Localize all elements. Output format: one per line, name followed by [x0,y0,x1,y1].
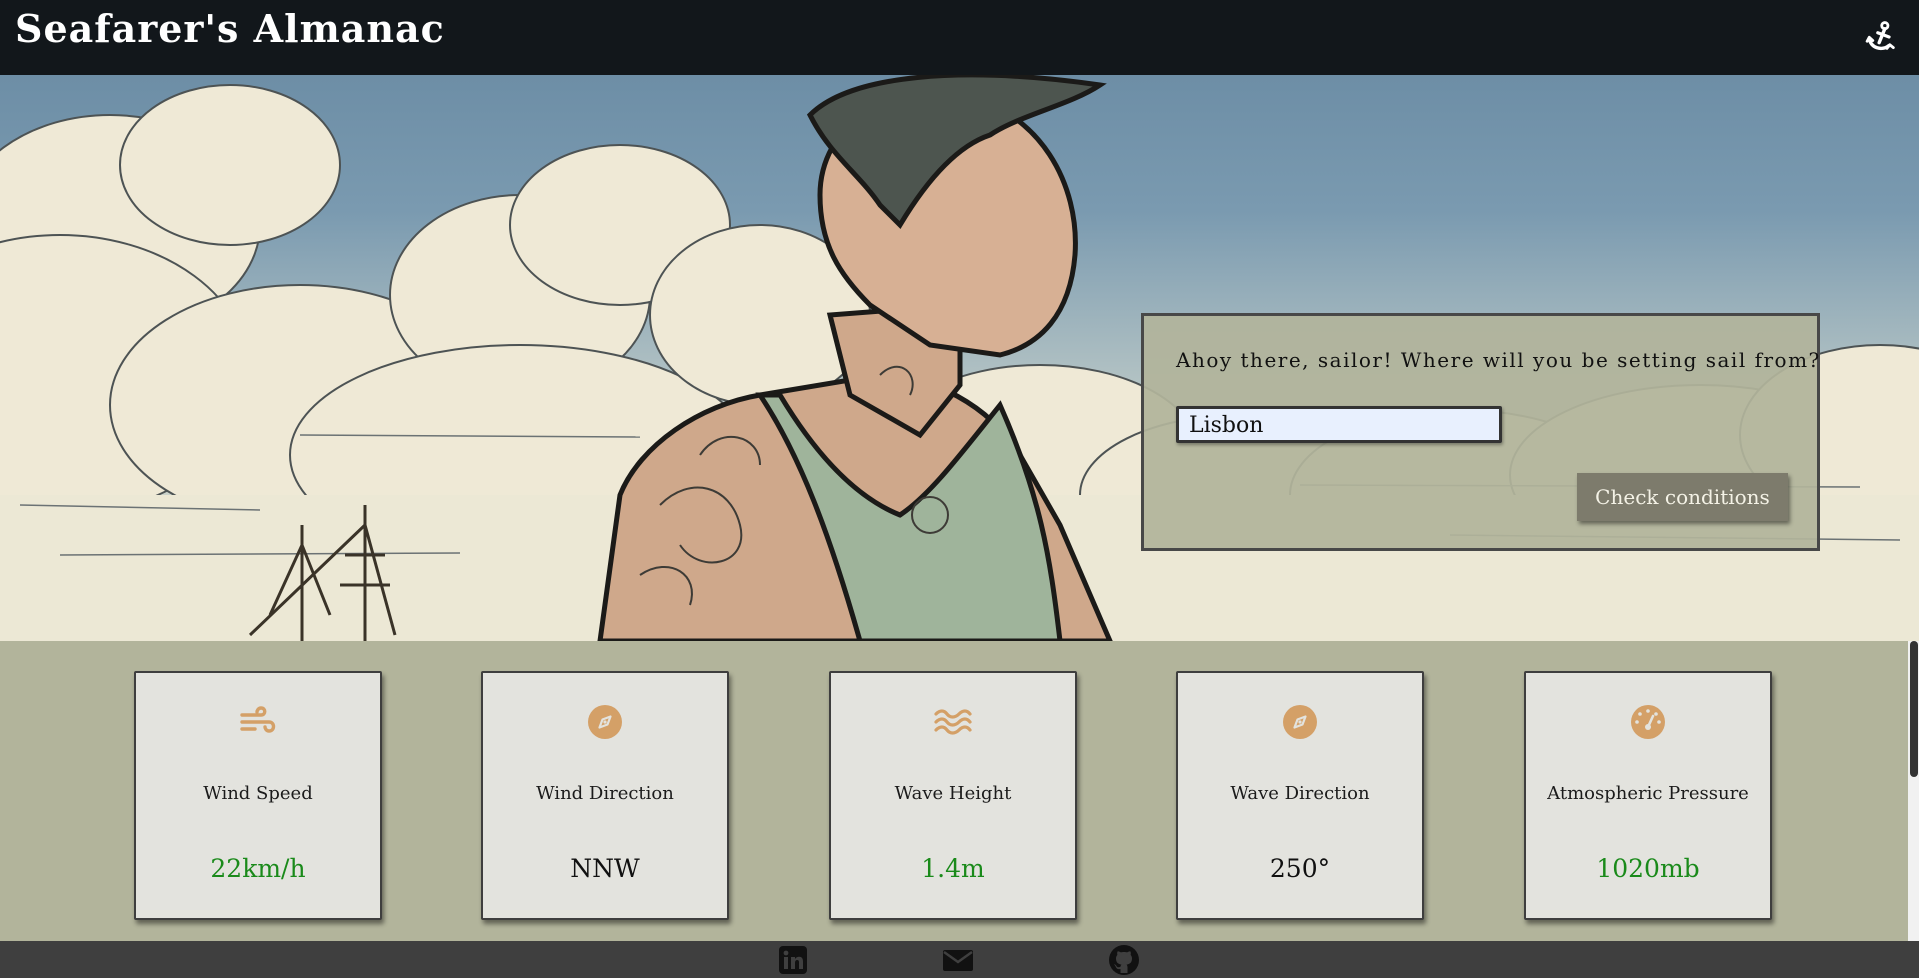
departure-prompt: Ahoy there, sailor! Where will you be se… [1176,348,1821,372]
gauge-icon [1631,705,1665,739]
metric-value: 250° [1269,854,1331,883]
waves-icon [934,709,972,735]
page-scrollbar[interactable] [1908,641,1919,941]
metric-card-wave-height: Wave Height 1.4m [829,671,1077,920]
footer [0,941,1919,978]
metric-label: Wave Height [894,783,1012,804]
anchor-button[interactable] [1863,18,1901,56]
wind-icon [240,706,276,733]
linkedin-icon[interactable] [777,944,809,976]
metric-card-atmospheric-pressure: Atmospheric Pressure 1020mb [1524,671,1772,920]
metric-value: 22km/h [210,854,306,883]
metric-label: Wind Speed [203,783,313,804]
site-title[interactable]: Seafarer's Almanac [15,6,445,51]
check-conditions-button[interactable]: Check conditions [1577,473,1788,521]
scrollbar-thumb[interactable] [1910,641,1918,777]
departure-panel: Ahoy there, sailor! Where will you be se… [1141,313,1820,551]
anchor-icon [1865,21,1895,51]
top-navbar: Seafarer's Almanac [0,0,1919,75]
compass-icon [1283,705,1317,739]
metric-card-wave-direction: Wave Direction 250° [1176,671,1424,920]
departure-port-input[interactable] [1176,406,1502,443]
compass-icon [588,705,622,739]
hero-banner: Ahoy there, sailor! Where will you be se… [0,75,1919,641]
app-root: Seafarer's Almanac Ahoy there, sailor! W… [0,0,1919,978]
metric-value: 1020mb [1596,854,1700,883]
metric-label: Atmospheric Pressure [1547,783,1749,804]
metric-value: 1.4m [921,854,985,883]
email-icon[interactable] [942,944,974,976]
metric-card-wind-speed: Wind Speed 22km/h [134,671,382,920]
metric-label: Wind Direction [536,783,674,804]
conditions-cards: Wind Speed 22km/h Wind Direction NNW Wav… [0,641,1919,941]
metric-card-wind-direction: Wind Direction NNW [481,671,729,920]
github-icon[interactable] [1108,944,1140,976]
metric-label: Wave Direction [1230,783,1370,804]
metric-value: NNW [570,854,640,883]
